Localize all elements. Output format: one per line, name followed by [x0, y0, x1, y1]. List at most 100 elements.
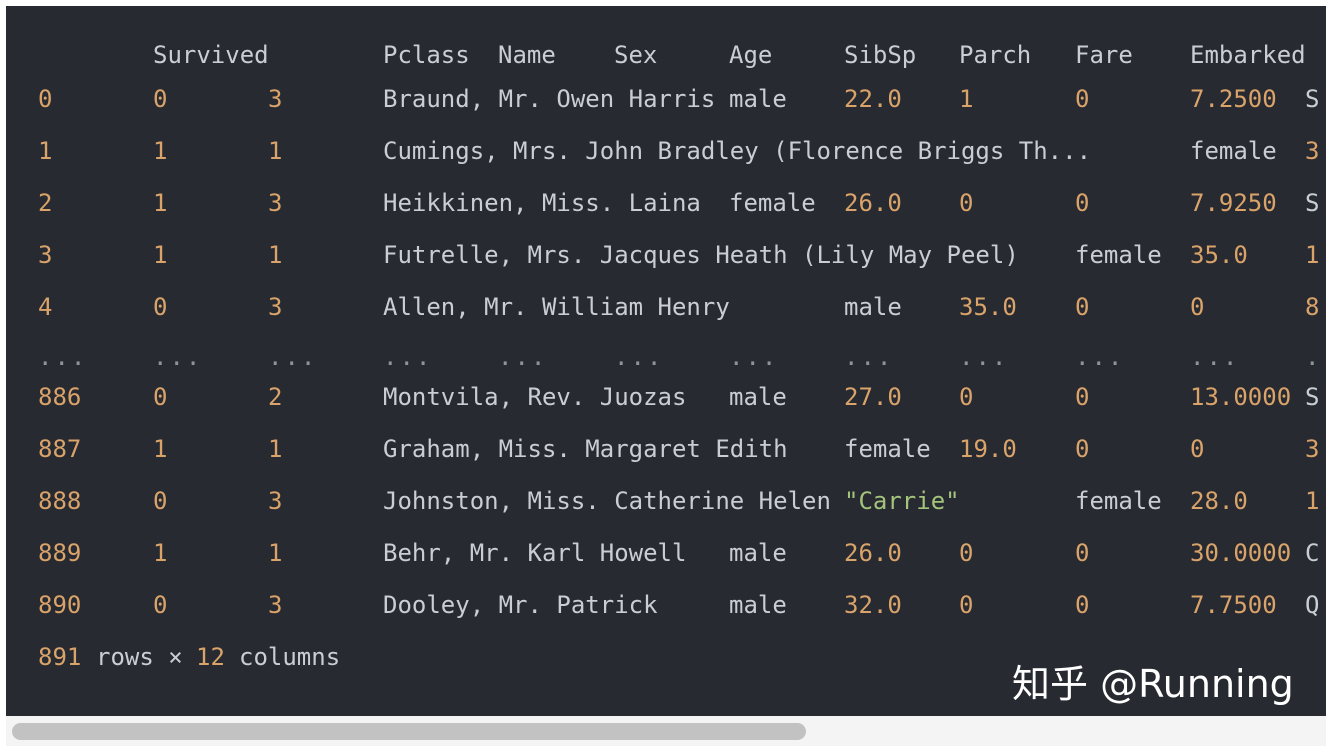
table-cell: 2 — [268, 383, 283, 411]
table-cell: 1 — [268, 241, 283, 269]
table-cell: 7.7500 — [1190, 591, 1277, 619]
row-index: 887 — [38, 435, 82, 463]
table-cell: 1 — [959, 85, 974, 113]
table-cell: 0 — [1075, 383, 1090, 411]
table-cell: 13.0000 — [1190, 383, 1292, 411]
table-cell: male — [729, 539, 787, 567]
table-cell: female — [1190, 137, 1277, 165]
row-index: 3 — [38, 241, 53, 269]
row-index: 0 — [38, 85, 53, 113]
table-cell: 0 — [153, 591, 168, 619]
ellipsis-cell: ... — [38, 343, 88, 371]
column-header-sex: Sex — [614, 41, 658, 69]
table-cell: Heikkinen, Miss. Laina — [383, 189, 701, 217]
ellipsis-cell: ... — [959, 343, 1009, 371]
table-cell: 26.0 — [844, 189, 902, 217]
column-header-name: Name — [498, 41, 556, 69]
row-index: 1 — [38, 137, 53, 165]
row-count: 891 — [38, 643, 82, 671]
column-count: 12 — [196, 643, 225, 671]
table-cell: male — [729, 383, 787, 411]
row-index: 2 — [38, 189, 53, 217]
table-cell: 30.0000 — [1190, 539, 1292, 567]
table-cell: 7.2500 — [1190, 85, 1277, 113]
table-cell: 3 — [1305, 435, 1320, 463]
table-cell: C — [1305, 539, 1320, 567]
table-cell: Dooley, Mr. Patrick — [383, 591, 658, 619]
horizontal-scrollbar-thumb[interactable] — [12, 723, 806, 740]
row-index: 4 — [38, 293, 53, 321]
table-cell: Graham, Miss. Margaret Edith — [383, 435, 788, 463]
ellipsis-cell: ... — [844, 343, 894, 371]
table-cell: 1 — [268, 137, 283, 165]
table-cell: 1 — [153, 189, 168, 217]
table-cell: 3 — [268, 591, 283, 619]
table-cell: female — [729, 189, 816, 217]
ellipsis-cell: ... — [1190, 343, 1240, 371]
table-cell: 0 — [959, 383, 974, 411]
ellipsis-cell: ... — [383, 343, 433, 371]
table-cell: 3 — [268, 487, 283, 515]
column-header-fare: Fare — [1075, 41, 1133, 69]
column-count-label: columns — [239, 643, 341, 671]
column-header-age: Age — [729, 41, 773, 69]
table-cell: male — [729, 85, 787, 113]
ellipsis-cell: . — [1305, 343, 1322, 371]
column-header-sibsp: SibSp — [844, 41, 917, 69]
table-cell: 19.0 — [959, 435, 1017, 463]
table-cell: Braund, Mr. Owen Harris — [383, 85, 716, 113]
table-cell: S — [1305, 189, 1320, 217]
ellipsis-cell: ... — [729, 343, 779, 371]
table-cell: 8 — [1305, 293, 1320, 321]
table-cell: "Carrie" — [844, 487, 960, 515]
table-cell: 0 — [1075, 189, 1090, 217]
table-cell: 1 — [268, 435, 283, 463]
table-cell: 32.0 — [844, 591, 902, 619]
table-cell: 0 — [959, 539, 974, 567]
table-cell: 0 — [1075, 85, 1090, 113]
table-cell: 3 — [268, 85, 283, 113]
column-header-parch: Parch — [959, 41, 1032, 69]
column-header-embarked: Embarked — [1190, 41, 1306, 69]
ellipsis-cell: ... — [498, 343, 548, 371]
table-cell: 27.0 — [844, 383, 902, 411]
table-cell: 0 — [1075, 293, 1090, 321]
row-count-label: rows × — [96, 643, 183, 671]
dataframe-output-panel: Survived Pclass Name Sex Age SibSp Parch… — [6, 6, 1326, 716]
table-cell: 0 — [1075, 591, 1090, 619]
table-cell: 0 — [1075, 539, 1090, 567]
table-cell: 0 — [959, 591, 974, 619]
ellipsis-cell: ... — [1075, 343, 1125, 371]
ellipsis-cell: ... — [268, 343, 318, 371]
row-index: 889 — [38, 539, 82, 567]
table-cell: 0 — [959, 189, 974, 217]
row-index: 888 — [38, 487, 82, 515]
table-cell: 0 — [1190, 435, 1205, 463]
table-cell: Q — [1305, 591, 1320, 619]
ellipsis-cell: ... — [153, 343, 203, 371]
table-cell: Allen, Mr. William Henry — [383, 293, 730, 321]
table-cell: 0 — [153, 85, 168, 113]
table-cell: Behr, Mr. Karl Howell — [383, 539, 687, 567]
table-cell: 3 — [1305, 137, 1320, 165]
table-cell: 1 — [268, 539, 283, 567]
table-cell: 3 — [268, 293, 283, 321]
table-cell: Cumings, Mrs. John Bradley (Florence Bri… — [383, 137, 1092, 165]
table-cell: 1 — [153, 137, 168, 165]
column-header-pclass: Pclass — [383, 41, 470, 69]
table-cell: 0 — [1190, 293, 1205, 321]
table-cell: Montvila, Rev. Juozas — [383, 383, 687, 411]
table-cell: male — [729, 591, 787, 619]
table-cell: S — [1305, 383, 1320, 411]
row-index: 886 — [38, 383, 82, 411]
table-cell: 22.0 — [844, 85, 902, 113]
table-cell: 0 — [153, 293, 168, 321]
ellipsis-cell: ... — [614, 343, 664, 371]
table-cell: 1 — [153, 241, 168, 269]
column-header-survived: Survived — [153, 41, 269, 69]
table-cell: S — [1305, 85, 1320, 113]
table-cell: female — [1075, 487, 1162, 515]
table-cell: 0 — [153, 487, 168, 515]
table-cell: 1 — [153, 539, 168, 567]
row-index: 890 — [38, 591, 82, 619]
